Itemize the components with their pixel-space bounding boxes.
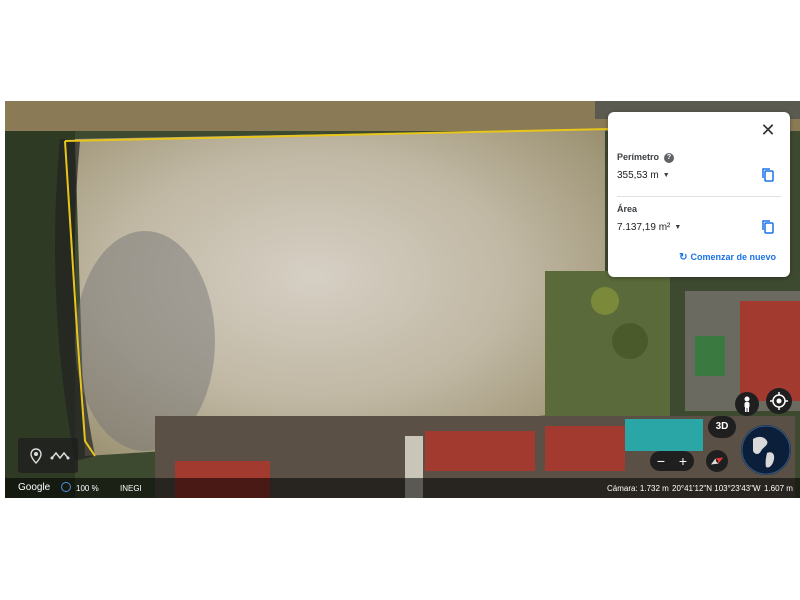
elevation: 1.607 m — [764, 484, 793, 493]
loading-indicator-icon — [61, 482, 71, 492]
measure-panel: ✕ Perímetro? 355,53 m ▼ Área 7.137,19 m² ▼… — [608, 112, 790, 277]
restart-label: Comenzar de nuevo — [690, 252, 776, 262]
perimeter-label-row: Perímetro? — [617, 152, 675, 163]
zoom-control: − + — [650, 451, 694, 471]
status-bar: Google 100 % INEGI Cámara: 1.732 m 20°41… — [5, 478, 800, 498]
area-label: Área — [617, 204, 638, 214]
loading-percent: 100 % — [76, 484, 99, 493]
compass-icon — [710, 457, 724, 465]
my-location-icon — [770, 392, 788, 410]
my-location-button[interactable] — [766, 388, 792, 414]
copy-icon[interactable] — [762, 168, 774, 182]
camera-altitude: Cámara: 1.732 m — [607, 484, 669, 493]
help-icon[interactable]: ? — [664, 152, 675, 163]
area-value-row[interactable]: 7.137,19 m² ▼ — [617, 222, 681, 233]
area-value: 7.137,19 m² — [617, 222, 671, 233]
caret-down-icon[interactable]: ▼ — [674, 224, 681, 231]
perimeter-value-row[interactable]: 355,53 m ▼ — [617, 170, 670, 181]
globe-button[interactable] — [741, 425, 791, 475]
zoom-in-button[interactable]: + — [672, 451, 694, 471]
path-icon[interactable] — [50, 446, 70, 466]
perimeter-label: Perímetro — [617, 152, 660, 162]
divider — [617, 196, 781, 197]
drawing-toolbar — [18, 438, 78, 473]
caret-down-icon[interactable]: ▼ — [663, 172, 670, 179]
google-logo: Google — [18, 482, 51, 493]
compass-button[interactable] — [706, 450, 728, 472]
pegman-button[interactable] — [735, 392, 759, 416]
pegman-icon — [744, 396, 750, 412]
imagery-attribution: INEGI — [120, 484, 142, 493]
perimeter-value: 355,53 m — [617, 170, 659, 181]
globe-icon — [741, 425, 791, 475]
restart-button[interactable]: ↻ Comenzar de nuevo — [679, 252, 776, 263]
close-icon[interactable]: ✕ — [760, 121, 776, 139]
coordinates: 20°41'12"N 103°23'43"W — [672, 484, 761, 493]
place-marker-icon[interactable] — [26, 446, 46, 466]
restart-icon: ↻ — [679, 252, 688, 263]
zoom-out-button[interactable]: − — [650, 451, 672, 471]
view-3d-button[interactable]: 3D — [708, 416, 736, 438]
copy-icon[interactable] — [762, 220, 774, 234]
